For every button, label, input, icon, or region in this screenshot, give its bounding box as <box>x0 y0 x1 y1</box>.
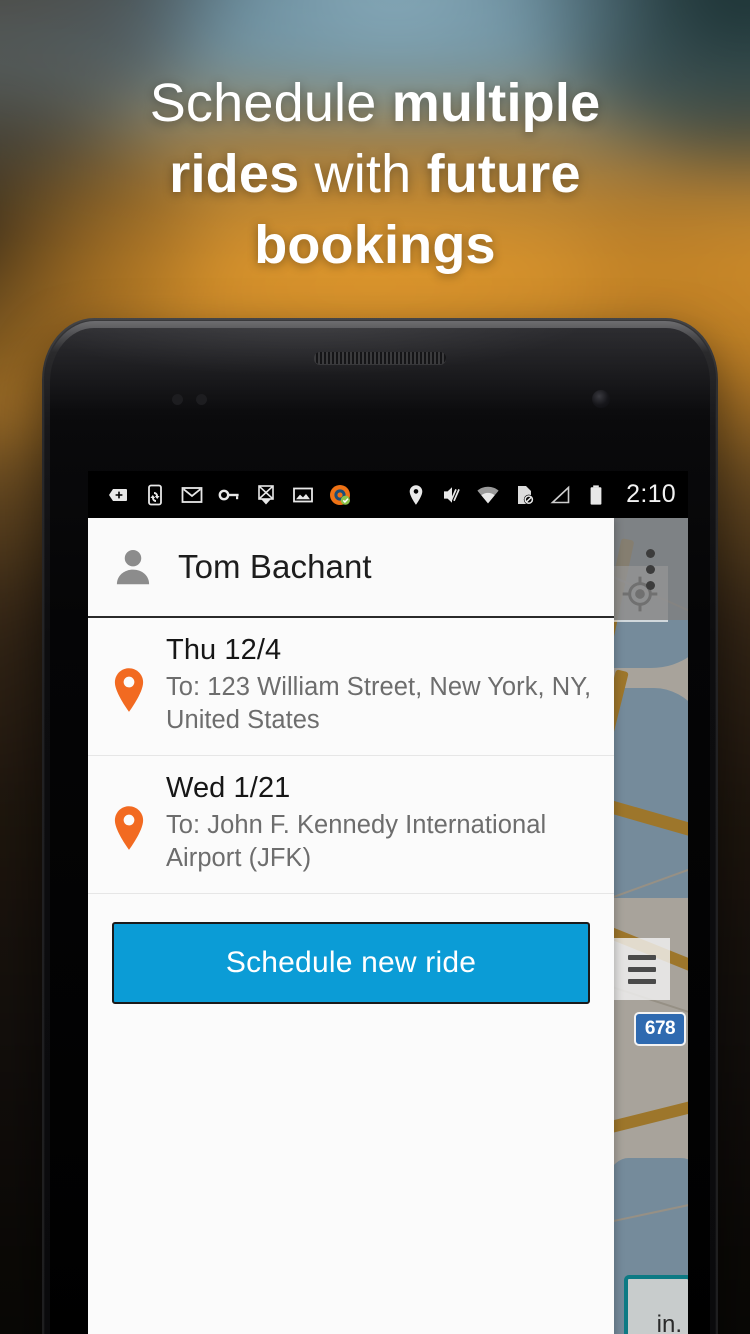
ride-destination: To: 123 William Street, New York, NY, Un… <box>166 673 592 734</box>
list-item[interactable]: Thu 12/4 To: 123 William Street, New Yor… <box>88 618 614 756</box>
phone-device-frame: 2:10 678 in. Tom Bachant Thu 12/4 To: 12… <box>42 318 718 1334</box>
phone-sync-icon <box>148 484 162 505</box>
app-screen: 2:10 678 in. Tom Bachant Thu 12/4 To: 12… <box>88 471 688 1334</box>
headline-line-3: bookings <box>0 210 750 281</box>
status-bar-right-icons: 2:10 <box>404 480 676 509</box>
promo-headline: Schedule multiple rides with future book… <box>0 68 750 281</box>
cta-container: Schedule new ride <box>88 894 614 1004</box>
map-callout-text: in. <box>656 1311 682 1334</box>
headline-line-1: Schedule multiple <box>0 68 750 139</box>
overflow-menu-button[interactable] <box>613 518 688 620</box>
headline-word-schedule: Schedule <box>149 73 392 133</box>
map-pin-glyph <box>114 667 144 712</box>
headline-line-2: rides with future <box>0 139 750 210</box>
map-menu-button[interactable] <box>614 938 670 1000</box>
wifi-icon <box>477 486 499 503</box>
add-badge-icon <box>109 488 127 501</box>
hamburger-menu-icon <box>628 966 656 972</box>
glass-reflection <box>50 328 710 478</box>
hamburger-menu-icon <box>628 978 656 984</box>
location-pin-icon <box>409 484 423 505</box>
overflow-menu-icon <box>646 548 655 590</box>
account-name: Tom Bachant <box>178 548 372 585</box>
earpiece-speaker-icon <box>314 352 446 364</box>
hamburger-menu-icon <box>628 954 656 960</box>
headline-word-future: future <box>426 144 581 204</box>
front-camera-icon <box>592 390 610 408</box>
status-bar-left-icons <box>106 483 352 507</box>
mute-icon <box>444 486 460 503</box>
ride-date: Thu 12/4 <box>166 634 282 666</box>
signal-empty-icon <box>550 485 570 503</box>
list-item-content: Wed 1/21 To: John F. Kennedy Internation… <box>166 770 594 875</box>
phone-glass: 2:10 678 in. Tom Bachant Thu 12/4 To: 12… <box>50 328 710 1334</box>
navigation-drawer: Tom Bachant Thu 12/4 To: 123 William Str… <box>88 518 614 1334</box>
key-vpn-icon <box>218 489 239 500</box>
proximity-sensor-icon <box>172 394 183 405</box>
schedule-new-ride-button[interactable]: Schedule new ride <box>112 922 590 1004</box>
ride-date: Wed 1/21 <box>166 772 291 804</box>
status-bar-clock: 2:10 <box>626 480 676 508</box>
ride-destination: To: John F. Kennedy International Airpor… <box>166 811 547 872</box>
light-sensor-icon <box>196 394 207 405</box>
list-item-content: Thu 12/4 To: 123 William Street, New Yor… <box>166 632 594 737</box>
chrome-browser-icon <box>330 484 350 505</box>
android-status-bar: 2:10 <box>88 471 688 518</box>
sd-card-disabled-icon <box>518 485 534 505</box>
map-pin-glyph <box>114 805 144 850</box>
headline-word-rides: rides <box>169 144 315 204</box>
image-icon <box>293 487 313 502</box>
person-icon <box>116 549 150 585</box>
map-callout-box[interactable]: in. <box>624 1275 688 1334</box>
download-cancelled-icon <box>258 484 274 504</box>
promo-screenshot: Schedule multiple rides with future book… <box>0 0 750 1334</box>
headline-word-multiple: multiple <box>391 73 601 133</box>
map-pin-icon <box>108 770 150 875</box>
headline-word-bookings: bookings <box>254 215 496 275</box>
headline-word-with: with <box>314 144 427 204</box>
drawer-empty-space <box>88 1004 614 1334</box>
battery-full-icon <box>590 484 602 505</box>
highway-shield-badge: 678 <box>634 1012 686 1046</box>
account-header[interactable]: Tom Bachant <box>88 518 614 618</box>
map-pin-icon <box>108 632 150 737</box>
gmail-icon <box>181 486 203 503</box>
list-item[interactable]: Wed 1/21 To: John F. Kennedy Internation… <box>88 756 614 894</box>
